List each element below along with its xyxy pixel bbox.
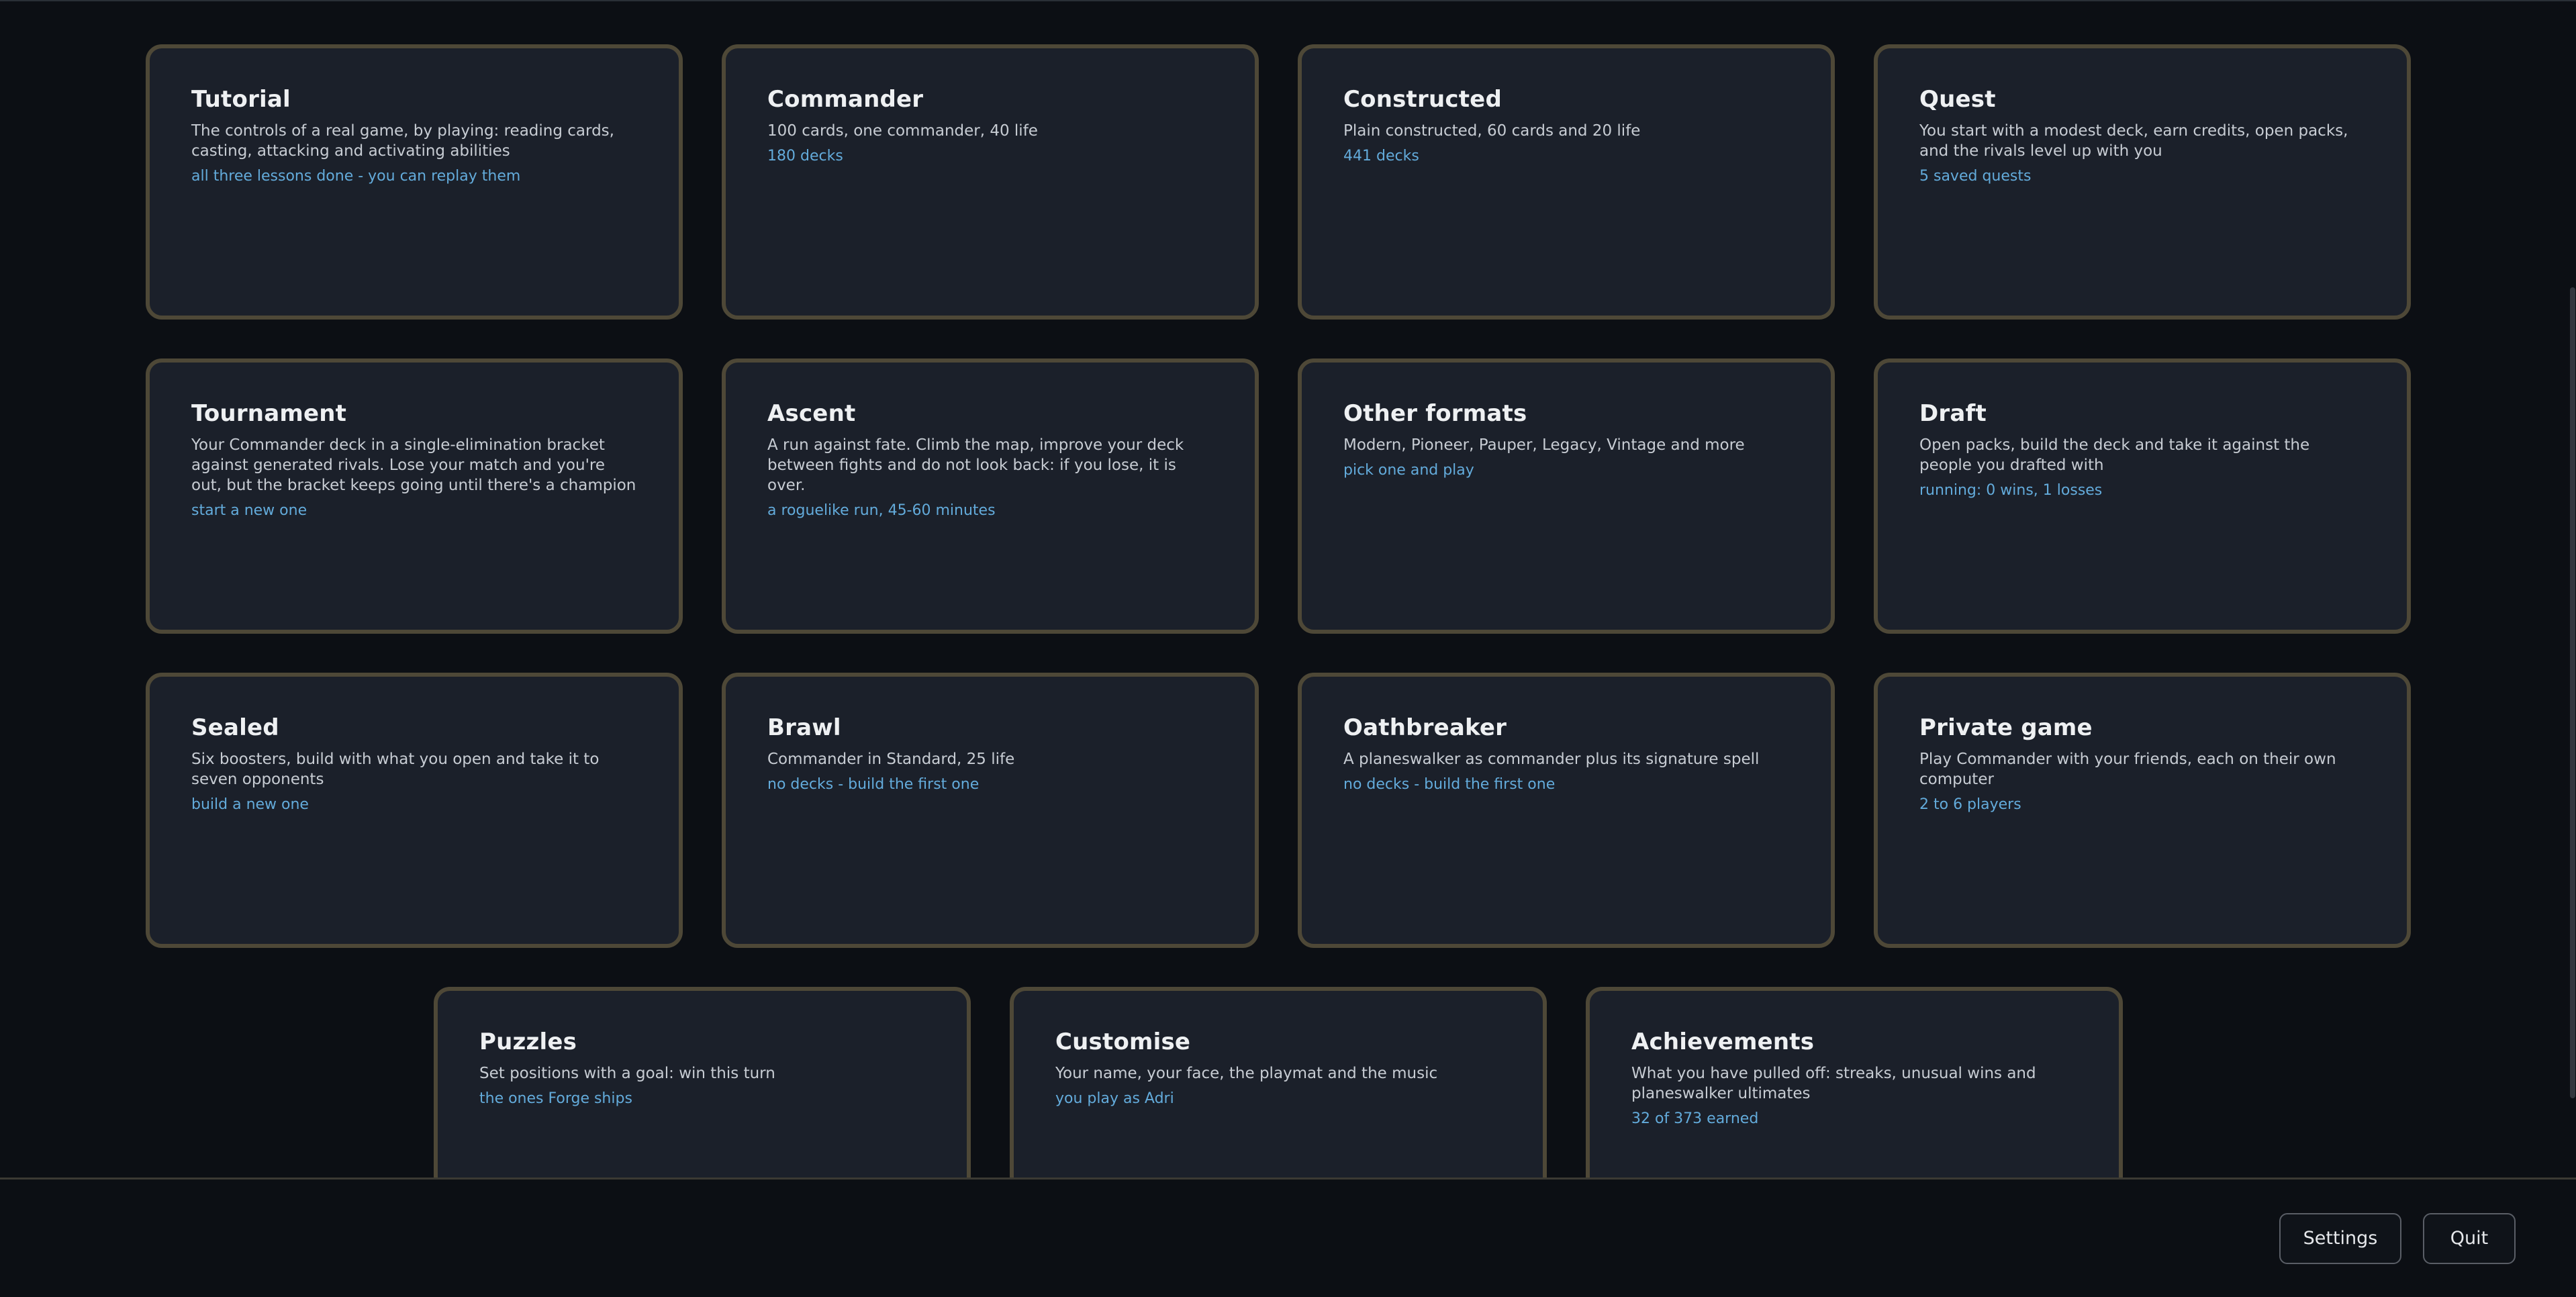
card-description: Commander in Standard, 25 life	[767, 751, 1015, 768]
card-title: Private game	[1919, 714, 2093, 741]
card-title: Tournament	[191, 400, 347, 427]
card-title: Draft	[1919, 400, 1987, 427]
mode-card-brawl[interactable]: Brawl Commander in Standard, 25 life no …	[722, 673, 1259, 948]
card-description: The controls of a real game, by playing:…	[191, 122, 614, 160]
mode-card-grid[interactable]: Tutorial The controls of a real game, by…	[0, 0, 2576, 1178]
scrollbar-thumb[interactable]	[2570, 287, 2575, 1098]
mode-card-quest[interactable]: Quest You start with a modest deck, earn…	[1874, 44, 2411, 320]
card-status: build a new one	[191, 796, 309, 813]
card-title: Constructed	[1343, 86, 1502, 113]
card-title: Puzzles	[479, 1028, 577, 1055]
mode-card-private-game[interactable]: Private game Play Commander with your fr…	[1874, 673, 2411, 948]
card-description: Six boosters, build with what you open a…	[191, 751, 600, 788]
card-description: Open packs, build the deck and take it a…	[1919, 436, 2310, 474]
main-menu-screen: Tutorial The controls of a real game, by…	[0, 0, 2576, 1297]
card-status: you play as Adri	[1055, 1090, 1174, 1107]
mode-card-tutorial[interactable]: Tutorial The controls of a real game, by…	[146, 44, 683, 320]
mode-card-puzzles[interactable]: Puzzles Set positions with a goal: win t…	[434, 987, 971, 1178]
card-description: Your Commander deck in a single-eliminat…	[191, 436, 636, 494]
card-description: Modern, Pioneer, Pauper, Legacy, Vintage…	[1343, 436, 1745, 454]
mode-card-draft[interactable]: Draft Open packs, build the deck and tak…	[1874, 358, 2411, 634]
card-status: no decks - build the first one	[1343, 776, 1556, 793]
card-title: Quest	[1919, 86, 1996, 113]
footer-bar: Settings Quit	[0, 1180, 2576, 1297]
card-status: 441 decks	[1343, 148, 1419, 164]
card-description: Set positions with a goal: win this turn	[479, 1065, 775, 1082]
card-status: all three lessons done - you can replay …	[191, 168, 521, 185]
card-status: a roguelike run, 45-60 minutes	[767, 502, 996, 519]
settings-button[interactable]: Settings	[2279, 1213, 2401, 1264]
mode-card-oathbreaker[interactable]: Oathbreaker A planeswalker as commander …	[1298, 673, 1835, 948]
mode-card-commander[interactable]: Commander 100 cards, one commander, 40 l…	[722, 44, 1259, 320]
card-status: the ones Forge ships	[479, 1090, 632, 1107]
card-description: Play Commander with your friends, each o…	[1919, 751, 2336, 788]
mode-card-constructed[interactable]: Constructed Plain constructed, 60 cards …	[1298, 44, 1835, 320]
mode-card-customise[interactable]: Customise Your name, your face, the play…	[1010, 987, 1547, 1178]
card-title: Ascent	[767, 400, 856, 427]
mode-card-ascent[interactable]: Ascent A run against fate. Climb the map…	[722, 358, 1259, 634]
card-status: start a new one	[191, 502, 307, 519]
mode-card-tournament[interactable]: Tournament Your Commander deck in a sing…	[146, 358, 683, 634]
card-status: 32 of 373 earned	[1631, 1110, 1759, 1127]
quit-button[interactable]: Quit	[2423, 1213, 2516, 1264]
card-description: What you have pulled off: streaks, unusu…	[1631, 1065, 2036, 1102]
card-status: 2 to 6 players	[1919, 796, 2021, 813]
card-description: Plain constructed, 60 cards and 20 life	[1343, 122, 1641, 140]
card-title: Brawl	[767, 714, 841, 741]
card-status: running: 0 wins, 1 losses	[1919, 482, 2103, 499]
mode-card-achievements[interactable]: Achievements What you have pulled off: s…	[1586, 987, 2123, 1178]
card-description: A planeswalker as commander plus its sig…	[1343, 751, 1760, 768]
card-description: You start with a modest deck, earn credi…	[1919, 122, 2348, 160]
card-description: Your name, your face, the playmat and th…	[1055, 1065, 1438, 1082]
card-title: Tutorial	[191, 86, 291, 113]
card-title: Oathbreaker	[1343, 714, 1507, 741]
card-status: 180 decks	[767, 148, 843, 164]
card-description: A run against fate. Climb the map, impro…	[767, 436, 1184, 494]
card-title: Commander	[767, 86, 924, 113]
card-title: Customise	[1055, 1028, 1191, 1055]
card-status: pick one and play	[1343, 462, 1474, 479]
card-title: Achievements	[1631, 1028, 1815, 1055]
card-description: 100 cards, one commander, 40 life	[767, 122, 1038, 140]
card-title: Other formats	[1343, 400, 1527, 427]
mode-card-sealed[interactable]: Sealed Six boosters, build with what you…	[146, 673, 683, 948]
mode-card-other-formats[interactable]: Other formats Modern, Pioneer, Pauper, L…	[1298, 358, 1835, 634]
card-title: Sealed	[191, 714, 279, 741]
card-status: no decks - build the first one	[767, 776, 980, 793]
card-status: 5 saved quests	[1919, 168, 2032, 185]
